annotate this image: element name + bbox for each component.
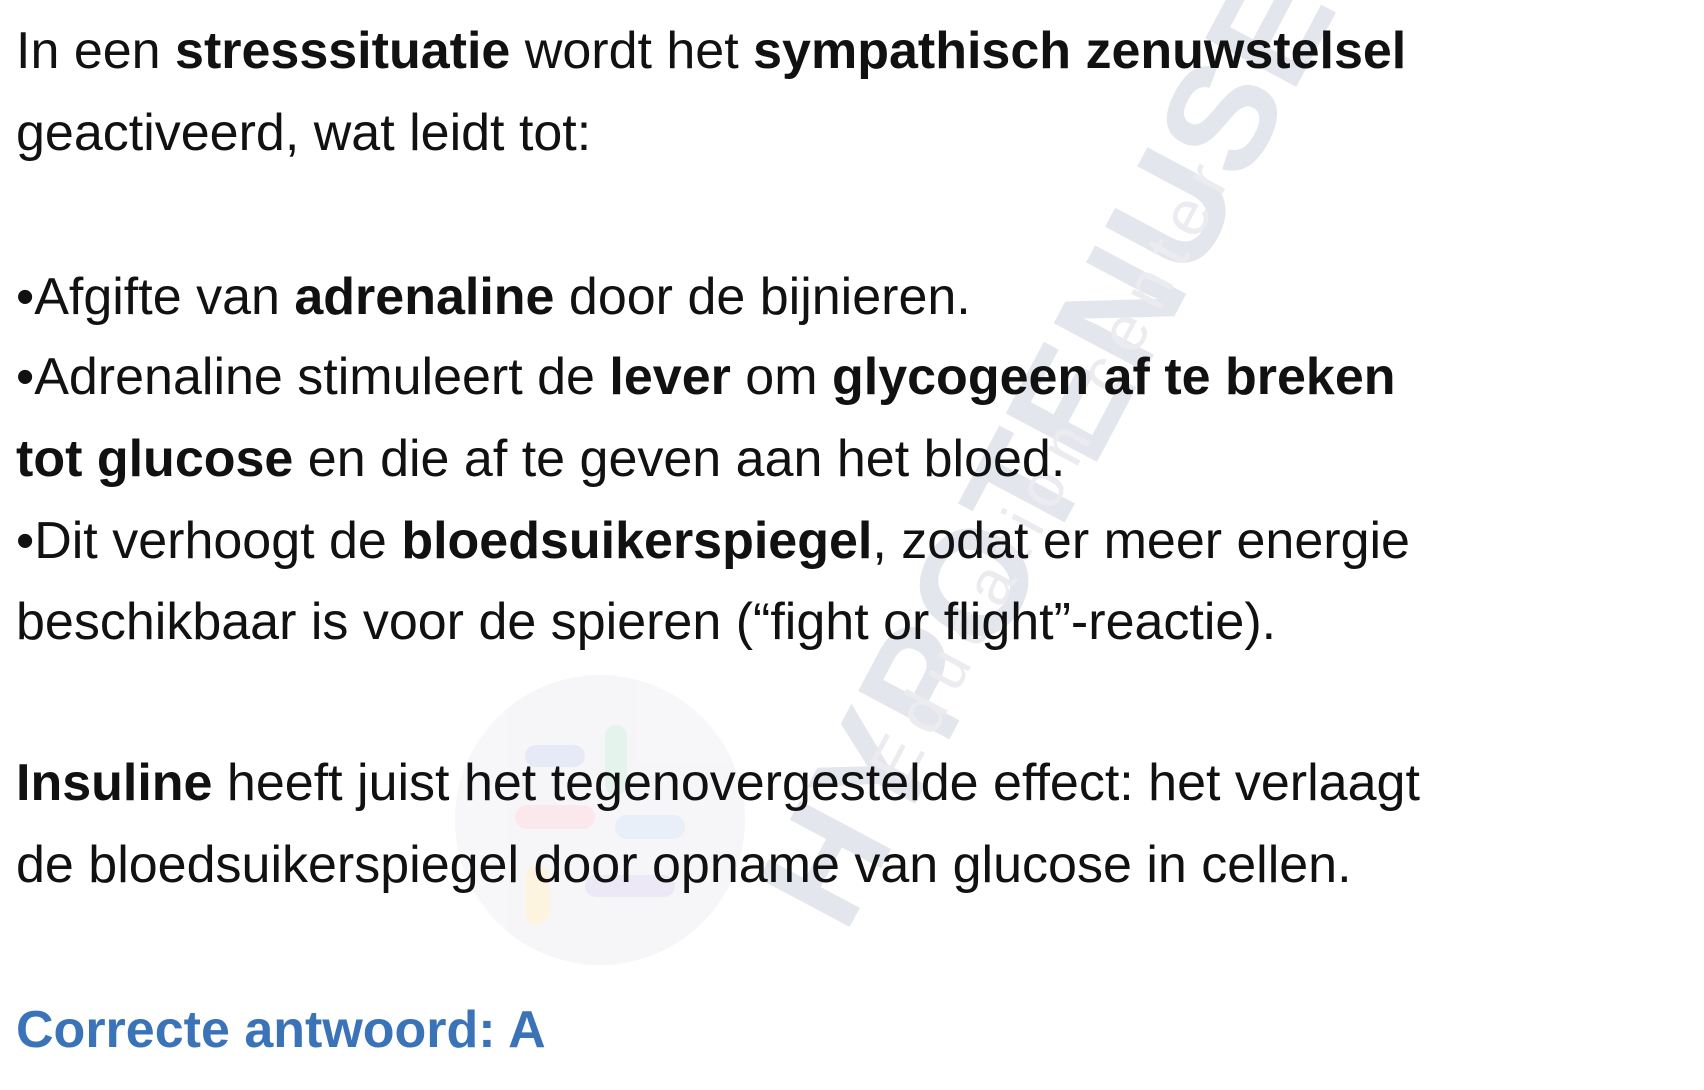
bullet-liver: •Adrenaline stimuleert de lever om glyco… <box>16 348 1396 406</box>
correct-answer: Correcte antwoord: A <box>16 1001 546 1059</box>
intro-line-1: In een stresssituatie wordt het sympathi… <box>16 22 1407 80</box>
insulin-line-2: de bloedsuikerspiegel door opname van gl… <box>16 836 1352 894</box>
intro-line-2: geactiveerd, wat leidt tot: <box>16 104 592 162</box>
insulin-line-1: Insuline heeft juist het tegenovergestel… <box>16 754 1420 812</box>
bullet-bloodsugar-cont: beschikbaar is voor de spieren (“fight o… <box>16 593 1277 651</box>
bullet-adrenaline: •Afgifte van adrenaline door de bijniere… <box>16 268 971 326</box>
bullet-liver-cont: tot glucose en die af te geven aan het b… <box>16 430 1066 488</box>
bullet-bloodsugar: •Dit verhoogt de bloedsuikerspiegel, zod… <box>16 512 1410 570</box>
